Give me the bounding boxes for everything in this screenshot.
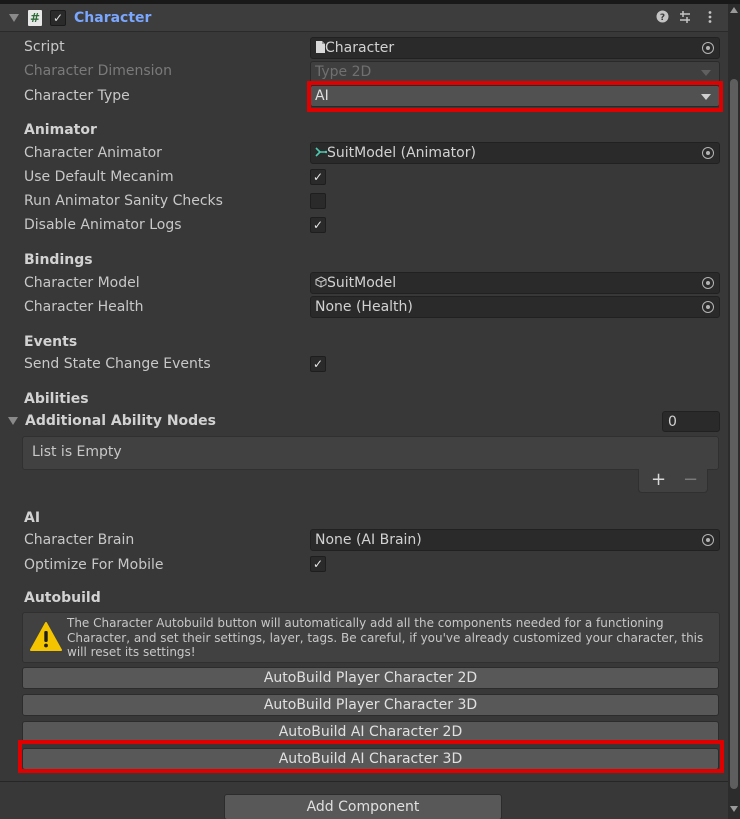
character-animator-field[interactable]: SuitModel (Animator) <box>310 142 720 164</box>
autobuild-player-3d-button[interactable]: AutoBuild Player Character 3D <box>22 694 719 716</box>
component-header[interactable]: # ✓ Character ? <box>0 4 728 32</box>
additional-ability-nodes-label[interactable]: Additional Ability Nodes <box>25 413 216 429</box>
add-list-item-button[interactable]: + <box>651 469 666 490</box>
csharp-script-icon: # <box>28 10 42 26</box>
character-model-value: SuitModel <box>327 275 397 291</box>
object-picker-icon[interactable] <box>702 147 714 159</box>
presets-icon[interactable] <box>678 10 692 28</box>
character-dimension-dropdown: Type 2D <box>310 61 720 83</box>
scroll-thumb[interactable] <box>730 79 738 789</box>
scroll-up-arrow-icon[interactable] <box>730 7 738 13</box>
autobuild-help-box: The Character Autobuild button will auto… <box>22 612 720 663</box>
more-options-icon[interactable] <box>703 10 717 28</box>
object-picker-icon[interactable] <box>702 534 714 546</box>
script-file-icon <box>316 41 325 53</box>
disable-animator-logs-checkbox[interactable]: ✓ <box>310 217 326 233</box>
bindings-section-title: Bindings <box>24 252 93 268</box>
ability-nodes-fold-icon[interactable] <box>8 417 18 425</box>
optimize-for-mobile-label: Optimize For Mobile <box>24 557 164 573</box>
events-section-title: Events <box>24 334 78 350</box>
use-default-mecanim-checkbox[interactable]: ✓ <box>310 169 326 185</box>
character-type-label: Character Type <box>24 88 130 104</box>
component-title: Character <box>74 10 152 26</box>
character-type-highlight <box>307 81 723 112</box>
ability-nodes-list: List is Empty <box>22 436 719 470</box>
remove-list-item-button[interactable]: − <box>683 469 698 490</box>
gameobject-cube-icon <box>315 276 327 288</box>
character-health-field[interactable]: None (Health) <box>310 296 720 318</box>
component-divider <box>0 781 728 782</box>
inspector-scrollbar[interactable] <box>728 4 740 819</box>
character-brain-field[interactable]: None (AI Brain) <box>310 529 720 551</box>
character-model-field[interactable]: SuitModel <box>310 272 720 294</box>
component-enabled-checkbox[interactable]: ✓ <box>50 10 66 26</box>
ability-nodes-count-input[interactable]: 0 <box>662 411 720 432</box>
character-dimension-label: Character Dimension <box>24 63 172 79</box>
warning-icon <box>30 622 62 651</box>
fold-arrow-icon[interactable] <box>9 14 19 22</box>
abilities-section-title: Abilities <box>24 391 89 407</box>
list-footer: + − <box>638 469 708 493</box>
object-picker-icon[interactable] <box>702 42 714 54</box>
disable-animator-logs-label: Disable Animator Logs <box>24 217 182 233</box>
character-health-label: Character Health <box>24 299 144 315</box>
optimize-for-mobile-checkbox[interactable]: ✓ <box>310 556 326 572</box>
character-health-value: None (Health) <box>315 299 413 315</box>
character-brain-label: Character Brain <box>24 532 135 548</box>
add-component-button[interactable]: Add Component <box>224 794 502 819</box>
send-state-change-events-checkbox[interactable]: ✓ <box>310 356 326 372</box>
animator-section-title: Animator <box>24 122 97 138</box>
dropdown-arrow-icon <box>701 70 711 76</box>
script-value: Character <box>325 40 395 56</box>
list-empty-text: List is Empty <box>32 444 122 460</box>
autobuild-help-text: The Character Autobuild button will auto… <box>67 616 704 659</box>
send-state-change-events-label: Send State Change Events <box>24 356 211 372</box>
autobuild-ai-3d-highlight <box>18 740 724 773</box>
autobuild-section-title: Autobuild <box>24 590 101 606</box>
scroll-down-arrow-icon[interactable] <box>730 806 738 812</box>
character-animator-label: Character Animator <box>24 145 162 161</box>
object-picker-icon[interactable] <box>702 301 714 313</box>
character-dimension-value: Type 2D <box>315 64 372 80</box>
autobuild-player-2d-button[interactable]: AutoBuild Player Character 2D <box>22 667 719 689</box>
character-brain-value: None (AI Brain) <box>315 532 422 548</box>
script-label: Script <box>24 39 65 55</box>
character-animator-value: SuitModel (Animator) <box>327 145 476 161</box>
ai-section-title: AI <box>24 510 41 526</box>
sanity-checks-checkbox[interactable] <box>310 193 326 209</box>
use-default-mecanim-label: Use Default Mecanim <box>24 169 174 185</box>
object-picker-icon[interactable] <box>702 277 714 289</box>
svg-text:?: ? <box>659 13 664 23</box>
help-icon[interactable]: ? <box>655 10 669 27</box>
script-field[interactable]: Character <box>310 37 720 59</box>
character-model-label: Character Model <box>24 275 140 291</box>
sanity-checks-label: Run Animator Sanity Checks <box>24 193 223 209</box>
animator-icon <box>315 147 328 157</box>
